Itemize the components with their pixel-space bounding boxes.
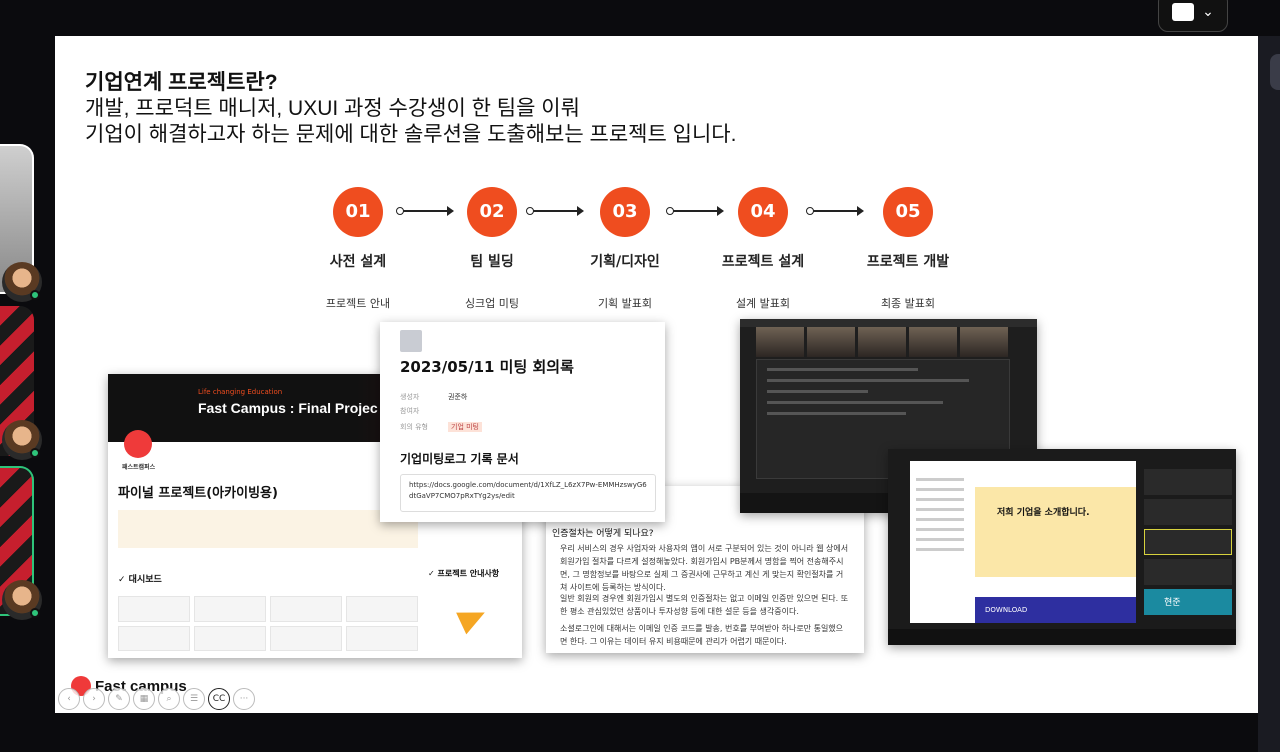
captions-icon[interactable]: CC — [208, 688, 230, 710]
more-icon[interactable]: ··· — [233, 688, 255, 710]
process-step: 03 기획/디자인 기획 발표회 — [555, 187, 695, 311]
dashboard-heading: ✓ 대시보드 — [118, 575, 162, 585]
board-grid — [118, 596, 418, 651]
participant-avatar[interactable] — [2, 420, 42, 460]
meeting-minutes-screenshot: 2023/05/11 미팅 회의록 생성자 권준하 참여자 회의 유형 기업 미… — [380, 322, 665, 522]
panel-tab[interactable] — [1270, 54, 1280, 90]
banner-title: Fast Campus : Final Projec — [198, 400, 378, 416]
step-name: 프로젝트 설계 — [721, 254, 805, 270]
call-toolbar — [888, 629, 1236, 645]
property-label: 생성자 — [400, 393, 420, 401]
document-link: https://docs.google.com/document/d/1XfLZ… — [400, 474, 656, 512]
answer: 우리 서비스의 경우 사업자와 사용자의 앱이 서로 구분되어 있는 것이 아니… — [560, 544, 849, 592]
building-icon — [400, 330, 422, 352]
banner-slogan: Life changing Education — [198, 388, 283, 396]
notice-heading: ✓ 프로젝트 안내사항 — [428, 569, 500, 578]
step-detail: 설계 발표회 — [735, 297, 791, 310]
callout-box — [118, 510, 418, 548]
hero-headline: 저희 기업을 소개합니다. — [997, 508, 1090, 518]
participant-strip — [0, 140, 42, 640]
right-panel — [1258, 36, 1280, 752]
step-detail: 기획 발표회 — [597, 297, 653, 310]
slide-description: 기업이 해결하고자 하는 문제에 대한 솔루션을 도출해보는 프로젝트 입니다. — [85, 123, 737, 146]
answer: 소셜로그인에 대해서는 이메일 인증 코드를 발송, 번호를 부여받아 하나로만… — [560, 624, 844, 646]
participant-avatar[interactable] — [2, 262, 42, 302]
participant-list: 현준 — [1144, 469, 1232, 619]
participant-tile: 현준 — [1144, 589, 1232, 615]
window-bar — [740, 319, 1037, 327]
step-name: 사전 설계 — [329, 254, 387, 270]
online-indicator — [30, 448, 40, 458]
video-call-screenshot: 저희 기업을 소개합니다. DOWNLOAD 현준 — [888, 449, 1236, 645]
shared-website: 저희 기업을 소개합니다. DOWNLOAD — [910, 461, 1136, 623]
property-label: 회의 유형 — [400, 423, 428, 431]
pen-icon[interactable]: ✎ — [108, 688, 130, 710]
process-step: 04 프로젝트 설계 설계 발표회 — [693, 187, 833, 311]
answer: 일반 회원의 경우엔 회원가입시 별도의 인증절차는 없고 이메일 인증만 있으… — [560, 594, 849, 616]
screen-icon — [1172, 3, 1195, 21]
video-thumbnails — [756, 327, 1008, 357]
brand-name: 패스트캠퍼스 — [122, 464, 156, 471]
megaphone-icon — [456, 601, 490, 635]
process-step: 01 사전 설계 프로젝트 안내 — [288, 187, 428, 311]
site-nav — [910, 471, 970, 621]
presentation-slide: 기업연계 프로젝트란? 개발, 프로덕트 매니저, UXUI 과정 수강생이 한… — [55, 36, 1258, 713]
property-value: 권준하 — [448, 393, 468, 401]
step-detail: 최종 발표회 — [880, 297, 936, 310]
step-number: 01 — [333, 187, 383, 237]
step-number: 04 — [738, 187, 788, 237]
online-indicator — [30, 290, 40, 300]
fastcampus-logo-icon — [124, 430, 152, 458]
minutes-title: 2023/05/11 미팅 회의록 — [400, 358, 574, 376]
step-number: 05 — [883, 187, 933, 237]
process-step: 02 팀 빌딩 싱크업 미팅 — [422, 187, 562, 311]
archive-page-title: 파이널 프로젝트(아카이빙용) — [118, 486, 278, 501]
step-number: 02 — [467, 187, 517, 237]
step-name: 기획/디자인 — [590, 254, 660, 270]
grid-icon[interactable]: ▦ — [133, 688, 155, 710]
prev-icon[interactable]: ‹ — [58, 688, 80, 710]
step-detail: 프로젝트 안내 — [325, 297, 391, 310]
presentation-controls: ‹ › ✎ ▦ ⌕ ☰ CC ··· — [58, 688, 255, 710]
property-value: 기업 미팅 — [448, 422, 482, 432]
screen: ⌄ 기업연계 프로젝트란? 개발, 프로덕트 매니저, UXUI 과정 수강생이… — [0, 0, 1280, 752]
participant-avatar[interactable] — [2, 580, 42, 620]
step-name: 프로젝트 개발 — [866, 254, 950, 270]
online-indicator — [30, 608, 40, 618]
step-number: 03 — [600, 187, 650, 237]
view-toggle-button[interactable]: ⌄ — [1158, 0, 1228, 32]
step-detail: 싱크업 미팅 — [464, 297, 520, 310]
step-name: 팀 빌딩 — [470, 254, 514, 270]
next-icon[interactable]: › — [83, 688, 105, 710]
minutes-heading: 기업미팅로그 기록 문서 — [400, 452, 519, 466]
zoom-icon[interactable]: ⌕ — [158, 688, 180, 710]
download-banner: DOWNLOAD — [975, 597, 1136, 623]
hero-section: 저희 기업을 소개합니다. — [975, 487, 1136, 577]
meeting-type-tag: 기업 미팅 — [448, 422, 482, 432]
chevron-down-icon: ⌄ — [1202, 4, 1214, 20]
question: 인증절차는 어떻게 되나요? — [552, 529, 654, 539]
process-step: 05 프로젝트 개발 최종 발표회 — [838, 187, 978, 311]
menu-icon[interactable]: ☰ — [183, 688, 205, 710]
property-label: 참여자 — [400, 407, 420, 415]
